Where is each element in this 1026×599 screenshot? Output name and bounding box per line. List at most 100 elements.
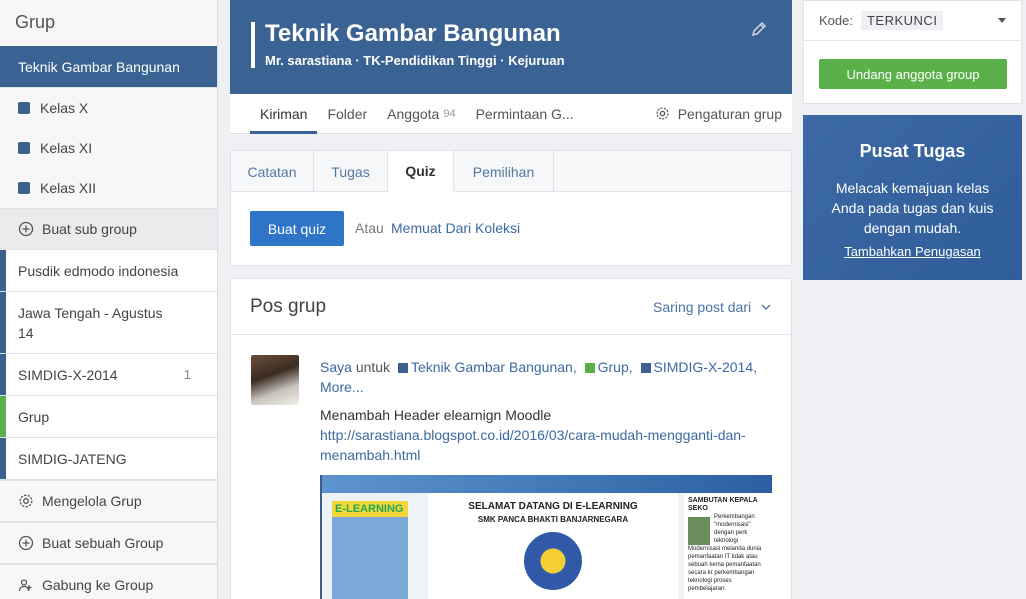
group-header: Teknik Gambar Bangunan Mr. sarastiana · …: [230, 0, 792, 94]
gear-icon: [18, 493, 34, 509]
preview-heading: SELAMAT DATANG DI E-LEARNING: [468, 501, 638, 512]
members-count: 94: [443, 107, 456, 120]
school-logo-icon: [524, 532, 582, 590]
assignment-center-description: Melacak kemajuan kelas Anda pada tugas d…: [831, 180, 994, 236]
create-subgroup-label: Buat sub group: [42, 221, 137, 237]
group-color-icon: [18, 102, 30, 114]
tab-quiz-label: Quiz: [405, 163, 436, 179]
preview-right-heading: SAMBUTAN KEPALA SEKO: [688, 497, 758, 512]
post-recipients: Saya untuk Teknik Gambar Bangunan, Grup,…: [320, 357, 760, 397]
sidebar-group-simdig-jateng[interactable]: SIMDIG-JATENG: [0, 438, 217, 480]
sidebar-item-label: Jawa Tengah - Agustus 14: [18, 304, 163, 341]
tab-assignment[interactable]: Tugas: [314, 151, 388, 192]
tab-assignment-label: Tugas: [331, 163, 370, 180]
sidebar-group-jawa-tengah[interactable]: Jawa Tengah - Agustus 14: [0, 292, 217, 354]
author-link[interactable]: Saya: [320, 359, 352, 375]
post-composer: Catatan Tugas Quiz Pemilihan Buat quiz A…: [230, 150, 792, 266]
filter-label: Saring post dari: [653, 299, 752, 315]
composer-tabs: Catatan Tugas Quiz Pemilihan: [231, 151, 791, 192]
preview-left-panel: E-LEARNING: [332, 501, 408, 599]
recipient-link[interactable]: SIMDIG-X-2014,: [654, 359, 757, 375]
tab-poll-label: Pemilihan: [472, 163, 535, 180]
tab-note-label: Catatan: [247, 163, 297, 180]
header-accent-bar: [251, 22, 255, 68]
recipient-link[interactable]: Teknik Gambar Bangunan,: [411, 359, 577, 375]
join-group-button[interactable]: Gabung ke Group: [0, 564, 217, 599]
group-color-icon: [640, 363, 651, 373]
sidebar-group-grup[interactable]: Grup: [0, 396, 217, 438]
code-value: TERKUNCI: [860, 11, 944, 30]
tab-quiz[interactable]: Quiz: [388, 151, 454, 192]
preview-left-label: E-LEARNING: [332, 501, 408, 517]
plus-circle-icon: [18, 535, 34, 551]
caret-down-icon: [998, 18, 1006, 23]
link-preview-image[interactable]: E-LEARNING SELAMAT DATANG DI E-LEARNING …: [320, 475, 772, 599]
tab-posts[interactable]: Kiriman: [230, 94, 318, 134]
join-group-label: Gabung ke Group: [42, 577, 154, 593]
sidebar-item-label: Kelas XI: [40, 140, 93, 156]
post-body: Menambah Header elearnign Moodle http://…: [320, 405, 750, 465]
preview-center: SELAMAT DATANG DI E-LEARNING SMK PANCA B…: [428, 493, 678, 599]
group-tabs: Kiriman Folder Anggota 94 Permintaan G...…: [230, 94, 792, 134]
load-from-library-link[interactable]: Memuat Dari Koleksi: [391, 220, 520, 236]
sidebar: Grup Teknik Gambar Bangunan Kelas X Kela…: [0, 0, 218, 599]
create-group-button[interactable]: Buat sebuah Group: [0, 522, 217, 564]
settings-label: Pengaturan grup: [677, 105, 782, 122]
create-quiz-label: Buat quiz: [267, 220, 327, 237]
sidebar-subgroup-kelas-xii[interactable]: Kelas XII: [0, 168, 217, 208]
preview-school: SMK PANCA BHAKTI BANJARNEGARA: [477, 515, 629, 524]
sidebar-group-simdig-x-2014[interactable]: SIMDIG-X-2014 1: [0, 354, 217, 396]
users-icon: [18, 577, 34, 593]
gear-icon: [655, 106, 670, 121]
invite-members-button[interactable]: Undang anggota group: [819, 59, 1007, 89]
tab-requests[interactable]: Permintaan G...: [466, 94, 584, 134]
or-text: Atau: [355, 220, 384, 236]
sidebar-group-pusdik[interactable]: Pusdik edmodo indonesia: [0, 250, 217, 292]
photo-icon: [688, 517, 710, 545]
sidebar-item-label: SIMDIG-X-2014: [18, 366, 118, 383]
group-code-dropdown[interactable]: Kode: TERKUNCI: [804, 1, 1021, 41]
sidebar-subgroup-kelas-xi[interactable]: Kelas XI: [0, 128, 217, 168]
create-subgroup-button[interactable]: Buat sub group: [0, 208, 217, 250]
create-quiz-button[interactable]: Buat quiz: [250, 211, 344, 246]
sidebar-item-label: Pusdik edmodo indonesia: [18, 262, 179, 279]
tab-members[interactable]: Anggota 94: [377, 94, 465, 134]
group-color-icon: [18, 142, 30, 154]
group-subtitle: Mr. sarastiana · TK-Pendidikan Tinggi · …: [265, 53, 565, 68]
group-color-icon: [397, 363, 408, 373]
sidebar-item-active-group[interactable]: Teknik Gambar Bangunan: [0, 46, 217, 88]
notification-count: 1: [183, 367, 191, 382]
sidebar-subgroup-kelas-x[interactable]: Kelas X: [0, 88, 217, 128]
tab-posts-label: Kiriman: [260, 105, 308, 122]
sidebar-item-label: Kelas X: [40, 100, 89, 116]
post-link[interactable]: http://sarastiana.blogspot.co.id/2016/03…: [320, 425, 750, 465]
manage-groups-button[interactable]: Mengelola Grup: [0, 480, 217, 522]
chevron-down-icon: [761, 297, 771, 313]
group-code-card: Kode: TERKUNCI Undang anggota group: [803, 0, 1022, 104]
tab-poll[interactable]: Pemilihan: [454, 151, 554, 192]
preview-banner: [322, 475, 772, 493]
group-settings-button[interactable]: Pengaturan grup: [655, 106, 792, 122]
recipient-link[interactable]: Grup,: [598, 359, 633, 375]
preview-right-panel: SAMBUTAN KEPALA SEKO Perkembangan "moder…: [684, 493, 772, 599]
filter-posts-dropdown[interactable]: Saring post dari: [653, 297, 771, 315]
assignment-center-card: Pusat Tugas Melacak kemajuan kelas Anda …: [803, 115, 1022, 280]
to-text: untuk: [355, 359, 391, 375]
sidebar-item-label: Teknik Gambar Bangunan: [18, 58, 180, 75]
tab-folder[interactable]: Folder: [317, 94, 377, 134]
sidebar-item-label: Grup: [18, 408, 50, 425]
more-link[interactable]: More...: [320, 379, 364, 395]
avatar[interactable]: [251, 355, 299, 405]
group-posts: Pos grup Saring post dari Saya untuk Tek…: [230, 278, 792, 599]
create-group-label: Buat sebuah Group: [42, 535, 164, 551]
tab-members-label: Anggota: [387, 105, 440, 122]
tab-note[interactable]: Catatan: [231, 151, 314, 192]
post-text: Menambah Header elearnign Moodle: [320, 407, 552, 423]
group-color-icon: [584, 363, 595, 373]
add-assignment-link[interactable]: Tambahkan Penugasan: [803, 244, 1022, 259]
posts-header: Pos grup Saring post dari: [231, 279, 791, 335]
sidebar-item-label: SIMDIG-JATENG: [18, 450, 127, 467]
pencil-icon[interactable]: [750, 20, 768, 38]
group-title: Teknik Gambar Bangunan: [265, 20, 561, 47]
tab-folder-label: Folder: [327, 105, 368, 122]
